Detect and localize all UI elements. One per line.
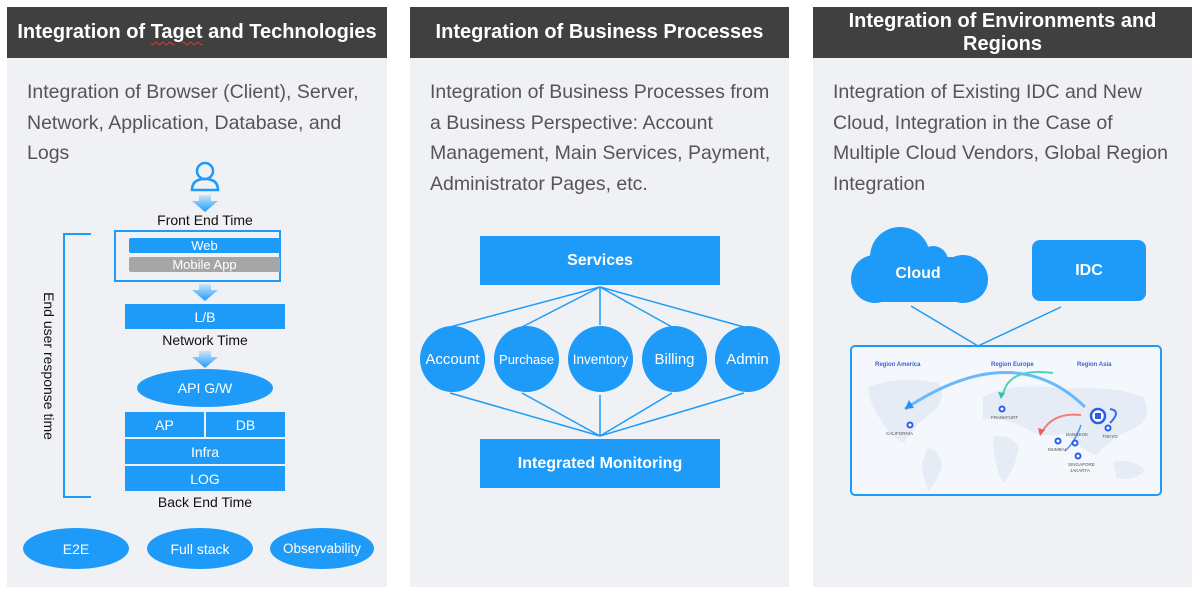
- back-end-time-label: Back End Time: [157, 494, 253, 510]
- connector-lines: [910, 305, 1062, 347]
- response-time-bracket: [63, 233, 91, 498]
- down-arrow-icon: [192, 284, 218, 301]
- web-box: Web: [129, 238, 280, 253]
- idc-label: IDC: [1075, 261, 1103, 279]
- city-singapore: SINGAPORE: [1068, 462, 1095, 467]
- ap-box: AP: [125, 412, 204, 437]
- load-balancer-box: L/B: [125, 304, 285, 329]
- front-end-time-label: Front End Time: [157, 212, 253, 228]
- marker-singapore: [1074, 452, 1082, 460]
- marker-california: [906, 421, 914, 429]
- db-box: DB: [206, 412, 285, 437]
- integrated-monitoring-box: Integrated Monitoring: [480, 439, 720, 488]
- marker-bangkok: [1071, 439, 1079, 447]
- node-purchase: Purchase: [494, 326, 559, 392]
- services-box: Services: [480, 236, 720, 285]
- node-admin: Admin: [715, 326, 780, 392]
- end-user-response-time-label: End user response time: [41, 292, 57, 440]
- tag-full-stack: Full stack: [147, 528, 253, 569]
- region-europe-label: Region Europe: [991, 362, 1034, 368]
- node-account: Account: [420, 326, 485, 392]
- cloud-label: Cloud: [895, 265, 941, 282]
- city-tokyo: TOKYO: [1102, 434, 1118, 439]
- city-mumbai: MUMBAI: [1048, 447, 1066, 452]
- api-gateway-ellipse: API G/W: [137, 369, 273, 407]
- down-arrow-icon: [192, 195, 218, 212]
- city-bangkok: BANGKOK: [1066, 432, 1089, 437]
- city-frankfurt: FRANKFURT: [991, 415, 1019, 420]
- city-jakarta: JAKARTA: [1070, 468, 1090, 473]
- network-time-label: Network Time: [162, 332, 248, 348]
- marker-mumbai: [1054, 437, 1062, 445]
- city-california: CALIFORNIA: [886, 431, 914, 436]
- panel-targets-technologies: Integration of Taget and Technologies In…: [7, 7, 387, 587]
- tag-observability: Observability: [270, 528, 374, 569]
- region-asia-label: Region Asia: [1077, 362, 1112, 368]
- infra-box: Infra: [125, 439, 285, 464]
- marker-frankfurt: [998, 405, 1006, 413]
- panel-environments-regions: Integration of Environments and Regions …: [813, 7, 1192, 587]
- tag-e2e: E2E: [23, 528, 129, 569]
- node-inventory: Inventory: [568, 326, 633, 392]
- marker-tokyo: [1104, 424, 1112, 432]
- user-icon: [190, 161, 220, 192]
- log-box: LOG: [125, 466, 285, 491]
- node-billing: Billing: [642, 326, 707, 392]
- region-america-label: Region America: [875, 362, 921, 368]
- panel-business-processes: Integration of Business Processes Integr…: [410, 7, 789, 587]
- down-arrow-icon: [192, 351, 218, 368]
- mobile-app-box: Mobile App: [129, 257, 280, 272]
- process-connector-lines: [449, 286, 745, 437]
